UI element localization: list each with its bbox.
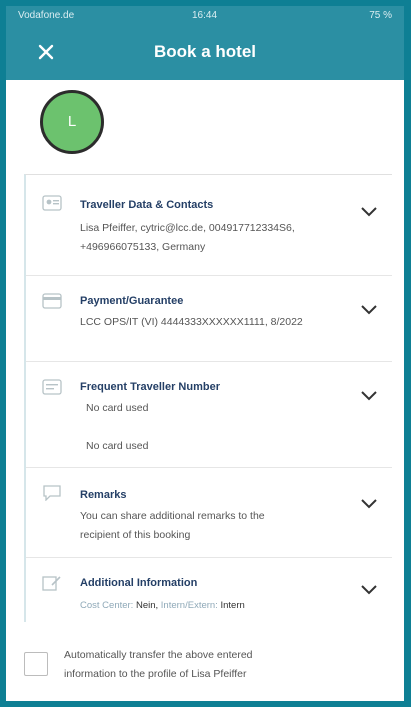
app-frame: Vodafone.de 16:44 75 % Book a hotel L Tr…: [6, 6, 404, 701]
chevron-down-icon[interactable]: [360, 303, 378, 315]
edit-document-icon: [42, 576, 61, 591]
battery-percent: 75 %: [369, 10, 392, 21]
carrier-label: Vodafone.de: [18, 10, 75, 21]
section-title: Payment/Guarantee: [80, 295, 184, 307]
app-bar: Book a hotel: [6, 26, 404, 80]
page-title: Book a hotel: [153, 42, 256, 61]
transfer-to-profile-label: Automatically transfer the above entered…: [64, 646, 354, 684]
chevron-down-icon[interactable]: [360, 583, 378, 595]
section-title: Additional Information: [80, 577, 198, 589]
section-additional-information[interactable]: Additional Information Cost Center: Nein…: [26, 557, 392, 621]
section-title: Traveller Data & Contacts: [80, 199, 214, 211]
section-text-line: No card used: [86, 440, 149, 452]
section-text-line: recipient of this booking: [80, 529, 191, 541]
chevron-down-icon[interactable]: [360, 497, 378, 509]
battery-indicator: 75 %: [369, 10, 392, 21]
avatar: L: [40, 90, 104, 154]
contact-card-icon: [42, 195, 62, 211]
section-frequent-traveller[interactable]: Frequent Traveller Number No card used N…: [26, 361, 392, 468]
section-remarks[interactable]: Remarks You can share additional remarks…: [26, 467, 392, 558]
intern-extern-label: Intern/Extern:: [160, 600, 218, 611]
loyalty-card-icon: [42, 379, 62, 395]
section-text-line: LCC OPS/IT (VI) 4444333XXXXXX1111, 8/202…: [80, 316, 303, 328]
section-text-line: No card used: [86, 402, 149, 414]
status-bar: Vodafone.de 16:44 75 %: [6, 6, 404, 26]
chevron-down-icon[interactable]: [360, 389, 378, 401]
intern-extern-value: Intern: [220, 600, 245, 611]
section-title: Frequent Traveller Number: [80, 381, 220, 393]
section-text-line: You can share additional remarks to the: [80, 510, 265, 522]
booking-details-card: Traveller Data & Contacts Lisa Pfeiffer,…: [24, 174, 392, 622]
section-text-line: Lisa Pfeiffer, cytric@lcc.de, 0049177123…: [80, 222, 295, 234]
clock: 16:44: [192, 10, 218, 21]
comment-icon: [43, 485, 61, 501]
chevron-down-icon[interactable]: [360, 205, 378, 217]
cost-center-label: Cost Center:: [80, 600, 134, 611]
section-text-line: +496966075133, Germany: [80, 241, 206, 253]
section-text-line: Cost Center: Nein, Intern/Extern: Intern: [80, 596, 380, 615]
section-traveller-data[interactable]: Traveller Data & Contacts Lisa Pfeiffer,…: [26, 175, 392, 276]
cost-center-value: Nein,: [135, 600, 159, 611]
transfer-text-line: information to the profile of Lisa Pfeif…: [64, 668, 247, 680]
transfer-to-profile-checkbox[interactable]: [24, 652, 48, 676]
section-title: Remarks: [80, 489, 127, 501]
credit-card-icon: [42, 293, 62, 309]
section-payment-guarantee[interactable]: Payment/Guarantee LCC OPS/IT (VI) 444433…: [26, 275, 392, 362]
transfer-text-line: Automatically transfer the above entered: [64, 649, 253, 661]
